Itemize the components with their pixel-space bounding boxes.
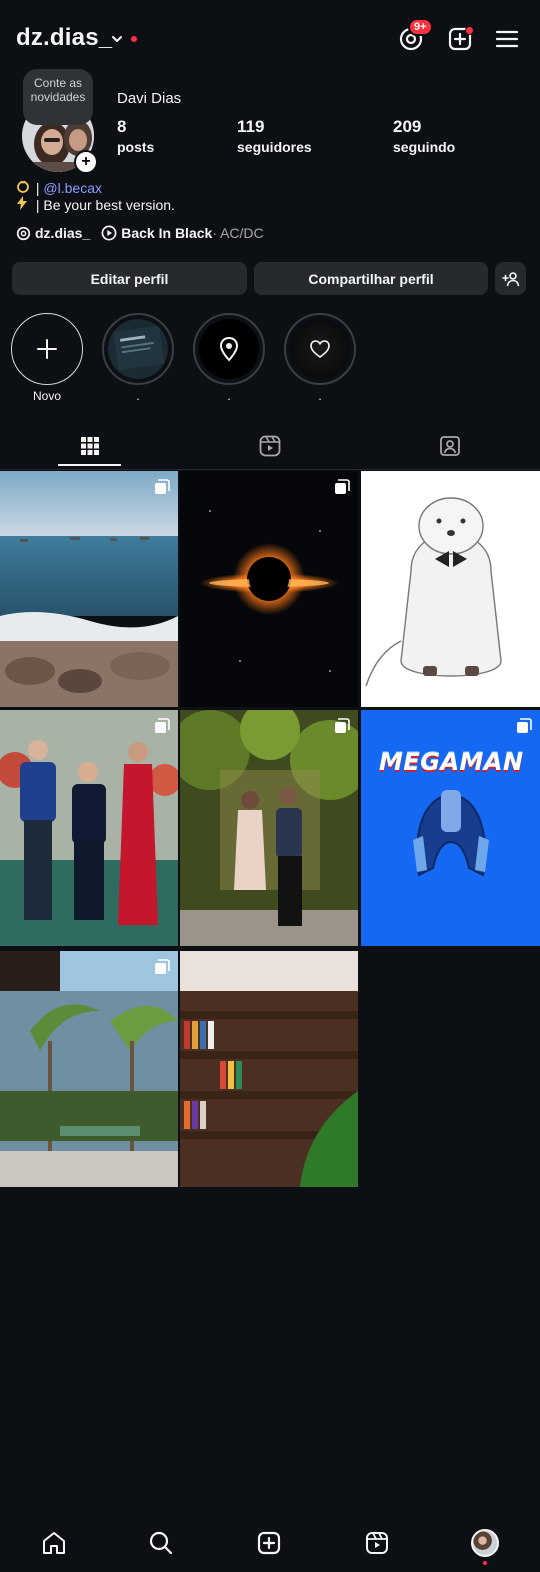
grid-post-megaman[interactable]: MEGAMAN [361,710,540,946]
carousel-icon [517,718,532,733]
stat-following[interactable]: 209 seguindo [393,117,455,155]
username-switcher[interactable]: dz.dias_ [16,24,112,52]
bio-mention-link[interactable]: @l.becax [43,180,102,196]
carousel-icon [155,718,170,733]
carousel-icon [155,959,170,974]
music-title-link[interactable]: Back In Black [121,225,212,241]
plus-icon [37,339,57,359]
grid-post-bookstore[interactable] [180,951,358,1187]
edit-profile-button[interactable]: Editar perfil [12,262,247,295]
carousel-icon [335,718,350,733]
carousel-icon [335,479,350,494]
post-image [0,951,178,1187]
heart-icon [310,340,330,358]
play-circle-icon [101,225,117,241]
create-icon[interactable] [256,1530,282,1556]
notification-badge: 9+ [408,18,433,36]
music-artist: · AC/DC [212,225,264,241]
post-image [180,951,358,1187]
lightning-icon [16,196,32,213]
display-name: Davi Dias [117,90,182,107]
post-image [0,471,178,707]
stat-value: 119 [237,117,265,136]
reels-icon [259,435,281,457]
tab-reels[interactable] [180,425,360,467]
ring-icon [16,179,32,196]
note-bubble[interactable]: Conte as novidades [23,69,93,125]
highlight-label: . [318,389,322,403]
account-alert-dot [131,36,137,42]
megaman-helmet [413,790,489,877]
search-icon[interactable] [148,1530,174,1556]
stat-label: seguindo [393,139,456,155]
threads-handle-link[interactable]: dz.dias_ [35,225,90,241]
grid-post-family[interactable] [0,710,178,946]
create-alert-dot [465,26,474,35]
stat-label: posts [117,139,155,155]
stat-value: 209 [393,117,422,136]
discover-people-button[interactable] [495,262,526,295]
bio-line-1: | @l.becax [16,179,102,196]
carousel-icon [155,479,170,494]
bio-line-2: | Be your best version. [16,196,175,213]
post-image [0,710,178,946]
highlight-label: . [227,389,231,403]
bio-separator: | [32,180,44,196]
grid-post-black-hole[interactable] [180,471,358,707]
threads-icon [16,226,31,240]
profile-links-row: dz.dias_ Back In Black · AC/DC [16,225,264,241]
add-story-button[interactable]: + [74,150,98,174]
highlight-item[interactable] [193,313,265,385]
bottom-navigation [0,1516,540,1572]
post-image [361,471,540,707]
location-pin-icon [219,336,239,362]
highlight-cover-location [199,319,259,379]
post-image [180,471,358,707]
menu-icon[interactable] [494,26,520,52]
grid-post-couple[interactable] [180,710,358,946]
active-tab-indicator [58,464,121,466]
grid-post-beach[interactable] [0,471,178,707]
home-icon[interactable] [41,1530,67,1556]
top-bar: dz.dias_ 9+ [0,0,540,80]
tagged-person-icon [440,436,460,456]
stat-value: 8 [117,117,127,136]
stat-followers[interactable]: 119 seguidores [237,117,312,155]
post-image [180,710,358,946]
bio-text: | Be your best version. [32,197,175,213]
profile-tab-dot [483,1561,487,1565]
highlight-label: . [136,389,140,403]
grid-post-seal-drawing[interactable] [361,471,540,707]
stat-posts[interactable]: 8 posts [117,117,154,155]
highlight-item[interactable] [102,313,174,385]
profile-tab-avatar[interactable] [471,1529,499,1557]
grid-post-palm-trees[interactable] [0,951,178,1187]
new-highlight-button[interactable] [11,313,83,385]
highlight-label: Novo [32,389,61,403]
tab-tagged[interactable] [360,425,540,467]
grid-icon [81,437,99,455]
stat-label: seguidores [237,139,312,155]
highlight-cover-heart [290,319,350,379]
highlight-item[interactable] [284,313,356,385]
share-profile-button[interactable]: Compartilhar perfil [254,262,488,295]
reels-icon[interactable] [364,1530,390,1556]
highlight-cover-album [108,319,168,379]
add-person-icon [501,271,519,286]
tab-posts-grid[interactable] [0,425,180,467]
chevron-down-icon[interactable] [110,32,124,46]
